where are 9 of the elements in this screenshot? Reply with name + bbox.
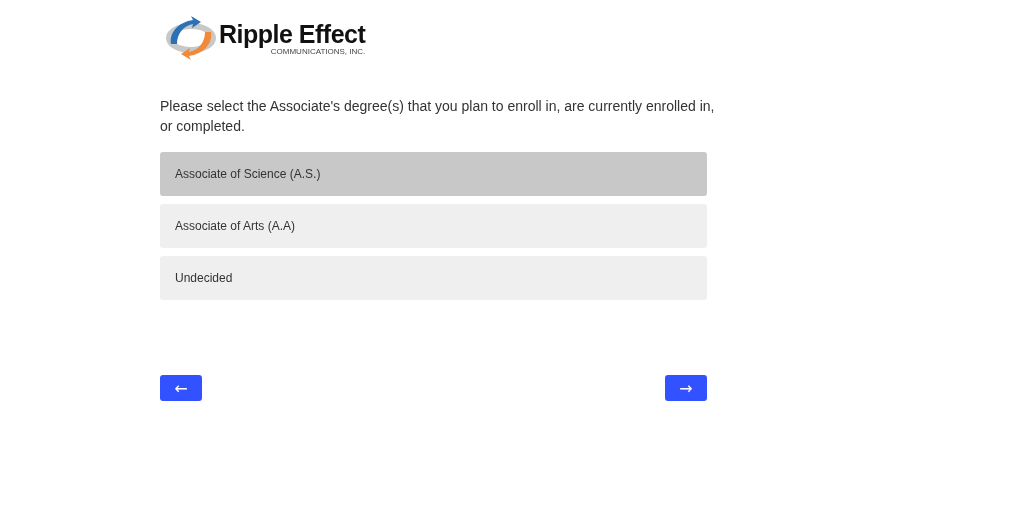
question-text: Please select the Associate's degree(s) that you plan to enroll in, are currently enrolled in, or completed. — [160, 97, 716, 136]
next-button[interactable]: → — [665, 375, 707, 401]
answer-option[interactable]: Associate of Arts (A.A) — [160, 204, 707, 248]
logo-name: Ripple Effect — [219, 20, 366, 47]
back-button[interactable]: ← — [160, 375, 202, 401]
answer-option[interactable]: Associate of Science (A.S.) — [160, 152, 707, 196]
answer-option[interactable]: Undecided — [160, 256, 707, 300]
logo-subtitle: COMMUNICATIONS, INC. — [270, 46, 366, 56]
ripple-arrows-icon — [165, 14, 217, 62]
